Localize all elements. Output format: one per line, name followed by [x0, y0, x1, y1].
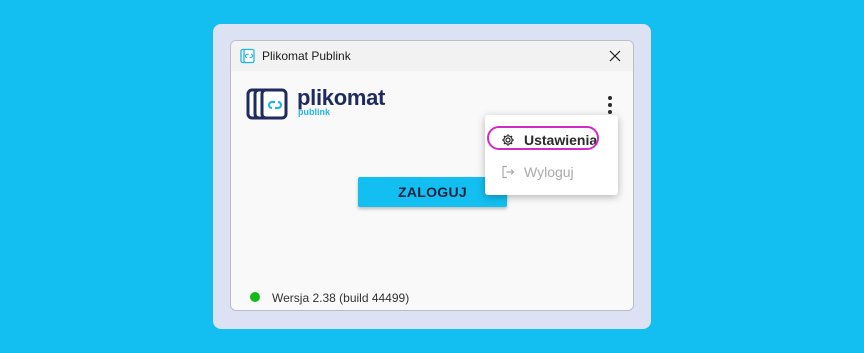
version-label: Wersja 2.38 (build 44499): [272, 291, 410, 305]
title-bar: Plikomat Publink: [231, 41, 633, 71]
window-title: Plikomat Publink: [262, 49, 351, 63]
status-indicator: [250, 292, 260, 302]
close-icon: [609, 50, 621, 62]
menu-item-label: Ustawienia: [524, 132, 598, 148]
logout-icon: [502, 165, 515, 179]
close-button[interactable]: [601, 43, 629, 69]
gear-icon: [502, 134, 514, 146]
menu-item-settings[interactable]: Ustawienia: [485, 124, 618, 156]
plikomat-logo-icon: [246, 88, 288, 120]
app-logo-icon: [240, 48, 255, 64]
menu-item-logout[interactable]: Wyloguj: [485, 156, 618, 188]
dropdown-menu: Ustawienia Wyloguj: [485, 115, 618, 195]
more-menu-button[interactable]: [601, 93, 619, 117]
menu-item-label: Wyloguj: [524, 164, 574, 180]
more-vert-icon: [608, 96, 612, 100]
logo-subtitle: publink: [298, 107, 330, 117]
